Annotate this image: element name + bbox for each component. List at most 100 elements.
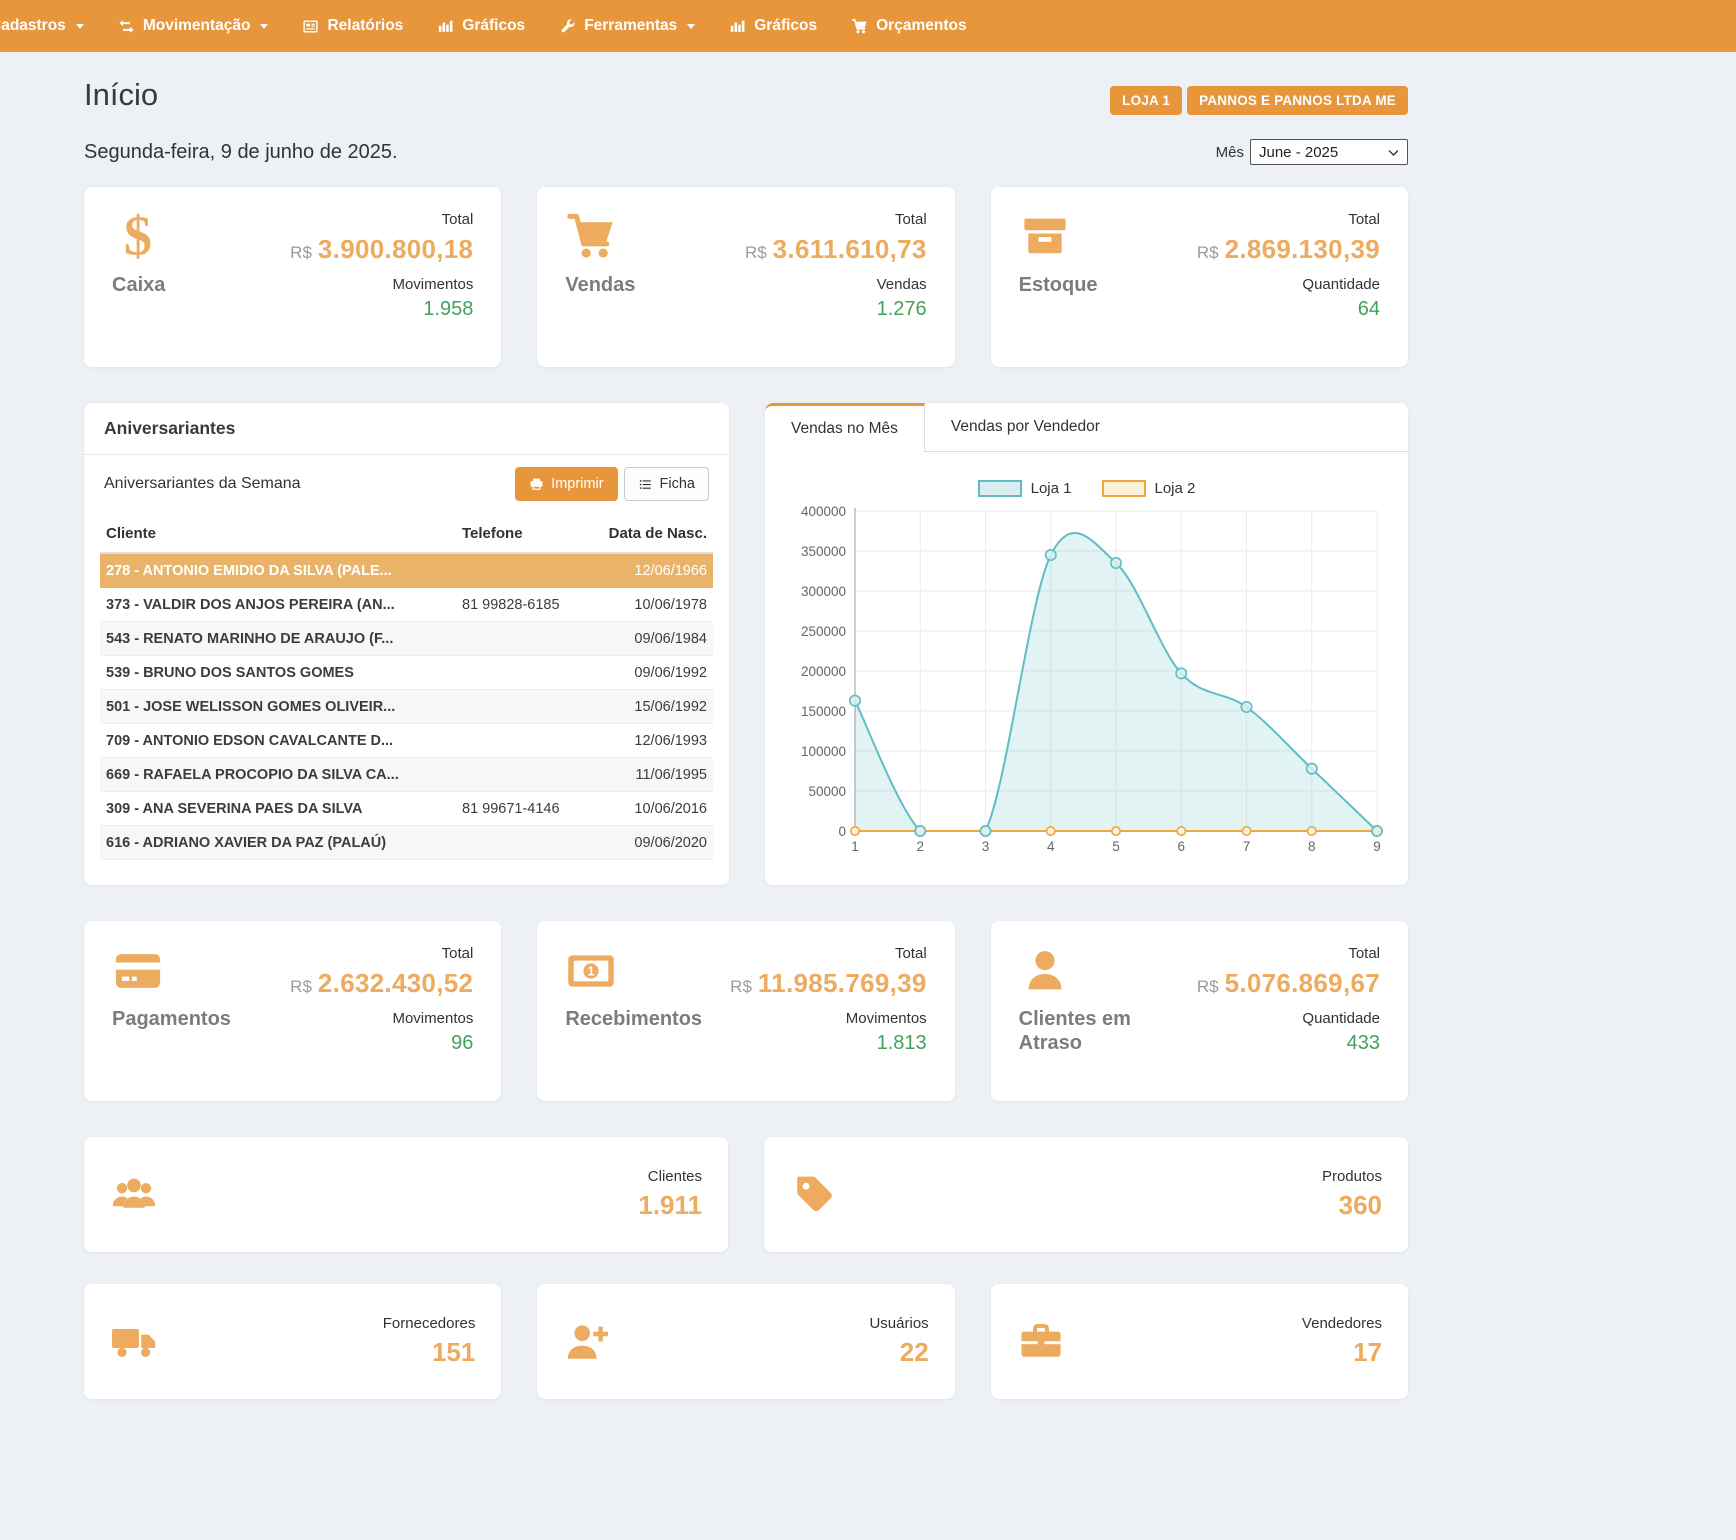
ficha-button[interactable]: Ficha	[624, 467, 709, 501]
cell-data-nasc: 10/06/1978	[584, 588, 713, 622]
total-amount: 3.900.800,18	[318, 234, 473, 264]
bar-chart-icon	[729, 18, 746, 35]
svg-text:8: 8	[1308, 839, 1316, 854]
legend-item: Loja 1	[978, 480, 1072, 497]
total-amount: 5.076.869,67	[1225, 968, 1380, 998]
count-cards-row-2: Fornecedores 151 Usuários 22 Vendedores …	[84, 1284, 1408, 1399]
printer-icon	[529, 477, 544, 492]
tab-vendas-no-mes[interactable]: Vendas no Mês	[765, 403, 925, 452]
svg-text:6: 6	[1177, 839, 1185, 854]
count-card-value: 17	[1302, 1337, 1382, 1368]
nav-item-graficos-2[interactable]: Gráficos	[712, 0, 834, 52]
column-cliente: Cliente	[100, 515, 456, 553]
cell-data-nasc: 10/06/2016	[584, 792, 713, 826]
table-row[interactable]: 543 - RENATO MARINHO DE ARAUJO (F... 09/…	[100, 622, 713, 656]
imprimir-button[interactable]: Imprimir	[515, 467, 617, 501]
count-card-value: 22	[869, 1337, 928, 1368]
count-card-label: Produtos	[1322, 1168, 1382, 1185]
nav-item-orcamentos[interactable]: Orçamentos	[834, 0, 983, 52]
caret-down-icon	[687, 24, 695, 29]
column-telefone: Telefone	[456, 515, 584, 553]
bar-chart-icon	[437, 18, 454, 35]
table-row[interactable]: 709 - ANTONIO EDSON CAVALCANTE D... 12/0…	[100, 724, 713, 758]
cell-cliente: 373 - VALDIR DOS ANJOS PEREIRA (AN...	[100, 588, 456, 622]
count-label: Movimentos	[290, 276, 473, 293]
count-value: 1.958	[290, 298, 473, 321]
user-plus-icon	[563, 1318, 611, 1366]
svg-text:200000: 200000	[801, 664, 846, 679]
count-card-value: 360	[1322, 1190, 1382, 1221]
cell-telefone	[456, 826, 584, 860]
vendas-chart-panel: Vendas no Mês Vendas por Vendedor Loja 1…	[765, 403, 1408, 885]
total-amount: 11.985.769,39	[758, 968, 927, 998]
table-row[interactable]: 501 - JOSE WELISSON GOMES OLIVEIR... 15/…	[100, 690, 713, 724]
cell-data-nasc: 12/06/1966	[584, 553, 713, 588]
stat-card-recebimentos: 1 Recebimentos Total R$11.985.769,39 Mov…	[537, 921, 954, 1101]
stat-card-estoque: Estoque Total R$2.869.130,39 Quantidade …	[991, 187, 1408, 367]
svg-text:250000: 250000	[801, 624, 846, 639]
currency-prefix: R$	[730, 977, 752, 996]
cell-telefone	[456, 690, 584, 724]
cell-cliente: 669 - RAFAELA PROCOPIO DA SILVA CA...	[100, 758, 456, 792]
credit-card-icon	[112, 945, 231, 997]
month-picker: Mês June - 2025	[1216, 139, 1408, 165]
count-value: 96	[290, 1032, 473, 1055]
count-label: Movimentos	[290, 1010, 473, 1027]
total-amount: 2.869.130,39	[1225, 234, 1380, 264]
legend-swatch	[978, 480, 1022, 497]
cart-icon	[851, 18, 868, 35]
aniversariantes-panel: Aniversariantes Aniversariantes da Seman…	[84, 403, 729, 885]
count-card-label: Clientes	[638, 1168, 702, 1185]
store-badge[interactable]: LOJA 1	[1110, 86, 1182, 115]
cell-data-nasc: 15/06/1992	[584, 690, 713, 724]
money-bill-icon: 1	[565, 945, 690, 997]
svg-text:5: 5	[1112, 839, 1120, 854]
table-row[interactable]: 373 - VALDIR DOS ANJOS PEREIRA (AN... 81…	[100, 588, 713, 622]
nav-item-ferramentas[interactable]: Ferramentas	[542, 0, 712, 52]
svg-text:$: $	[124, 211, 152, 263]
currency-prefix: R$	[745, 243, 767, 262]
svg-text:1: 1	[851, 839, 859, 854]
tag-icon	[790, 1171, 838, 1219]
cell-telefone	[456, 758, 584, 792]
currency-prefix: R$	[290, 977, 312, 996]
user-icon	[1019, 945, 1144, 997]
total-label: Total	[745, 211, 927, 228]
cell-cliente: 543 - RENATO MARINHO DE ARAUJO (F...	[100, 622, 456, 656]
currency-prefix: R$	[1197, 977, 1219, 996]
nav-item-movimentacao[interactable]: Movimentação	[101, 0, 286, 52]
briefcase-icon	[1017, 1318, 1065, 1366]
svg-text:50000: 50000	[808, 784, 846, 799]
report-icon	[302, 18, 319, 35]
table-row[interactable]: 278 - ANTONIO EMIDIO DA SILVA (PALE... 1…	[100, 553, 713, 588]
count-value: 433	[1197, 1032, 1380, 1055]
table-row[interactable]: 309 - ANA SEVERINA PAES DA SILVA 81 9967…	[100, 792, 713, 826]
count-value: 1.276	[745, 298, 927, 321]
nav-item-graficos[interactable]: Gráficos	[420, 0, 542, 52]
cell-telefone: 81 99671-4146	[456, 792, 584, 826]
cell-cliente: 709 - ANTONIO EDSON CAVALCANTE D...	[100, 724, 456, 758]
currency-prefix: R$	[290, 243, 312, 262]
month-select[interactable]: June - 2025	[1250, 139, 1408, 165]
table-row[interactable]: 669 - RAFAELA PROCOPIO DA SILVA CA... 11…	[100, 758, 713, 792]
main-content: Início LOJA 1 PANNOS E PANNOS LTDA ME Se…	[84, 78, 1408, 1399]
nav-item-cadastros[interactable]: Cadastros	[0, 0, 101, 52]
count-value: 1.813	[730, 1032, 926, 1055]
total-label: Total	[290, 211, 473, 228]
list-icon	[638, 477, 653, 492]
exchange-icon	[118, 18, 135, 35]
table-row[interactable]: 616 - ADRIANO XAVIER DA PAZ (PALAÚ) 09/0…	[100, 826, 713, 860]
chart-tabs: Vendas no Mês Vendas por Vendedor	[765, 403, 1408, 452]
count-cards-row-1: Clientes 1.911 Produtos 360	[84, 1137, 1408, 1252]
tab-vendas-por-vendedor[interactable]: Vendas por Vendedor	[925, 403, 1126, 451]
svg-text:150000: 150000	[801, 704, 846, 719]
count-card-produtos: Produtos 360	[764, 1137, 1408, 1252]
count-label: Vendas	[745, 276, 927, 293]
stat-cards-mid-row: Pagamentos Total R$2.632.430,52 Moviment…	[84, 921, 1408, 1101]
box-icon	[1019, 211, 1098, 263]
stat-card-clientes-atraso: Clientes em Atraso Total R$5.076.869,67 …	[991, 921, 1408, 1101]
nav-item-relatorios[interactable]: Relatórios	[285, 0, 420, 52]
wrench-icon	[559, 18, 576, 35]
company-badge[interactable]: PANNOS E PANNOS LTDA ME	[1187, 86, 1408, 115]
table-row[interactable]: 539 - BRUNO DOS SANTOS GOMES 09/06/1992	[100, 656, 713, 690]
